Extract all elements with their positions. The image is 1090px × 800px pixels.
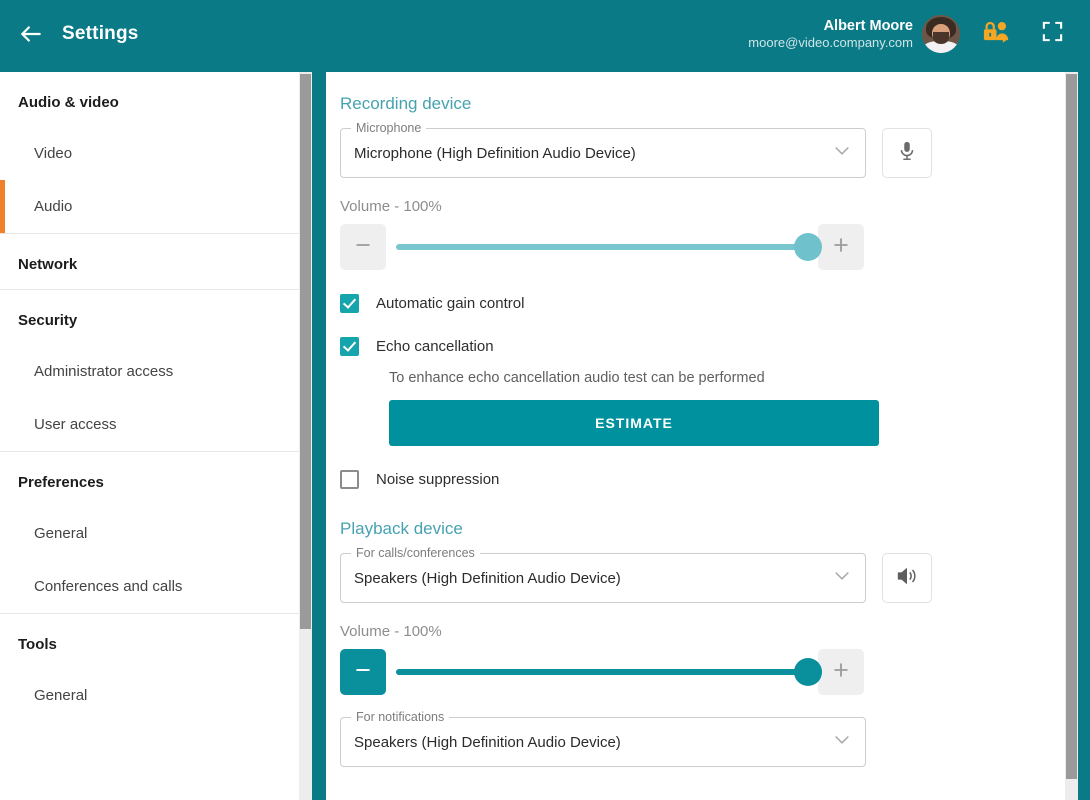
sidebar-scrollbar-track[interactable]	[299, 72, 312, 800]
sidebar-group: Security Administrator access User access	[0, 290, 312, 452]
playback-calls-select[interactable]: For calls/conferences Speakers (High Def…	[340, 546, 866, 603]
recording-volume-slider-track	[396, 244, 808, 250]
minus-icon	[353, 235, 373, 260]
noise-suppression-label: Noise suppression	[376, 471, 500, 488]
sidebar-scrollbar-thumb[interactable]	[300, 74, 311, 629]
microphone-icon	[896, 140, 918, 167]
settings-shell: Audio & video Video Audio Network Security Ad…	[0, 68, 1090, 800]
sidebar-item-video[interactable]: Video	[0, 127, 312, 180]
sidebar-group-title: Security	[18, 312, 78, 329]
microphone-select[interactable]: Microphone Microphone (High Definition A…	[340, 121, 866, 178]
sidebar-group: Network	[0, 234, 312, 290]
avatar[interactable]	[922, 15, 960, 53]
playback-volume-slider-track	[396, 669, 808, 675]
recording-volume-slider-row	[340, 224, 1042, 270]
sidebar-group-title: Network	[18, 256, 78, 273]
page-title: Settings	[62, 23, 139, 44]
recording-volume-increase-button[interactable]	[818, 224, 864, 270]
header-right-cluster: Albert Moore moore@video.company.com	[748, 14, 1090, 54]
main-scrollbar-track[interactable]	[1065, 72, 1078, 800]
secure-user-button[interactable]	[976, 14, 1016, 54]
echo-cancellation-label: Echo cancellation	[376, 338, 494, 355]
main-scrollbar-thumb[interactable]	[1066, 74, 1077, 779]
playback-notifications-field-row: For notifications Speakers (High Definit…	[340, 710, 1042, 767]
automatic-gain-control-label: Automatic gain control	[376, 295, 525, 312]
recording-volume-slider[interactable]	[396, 224, 822, 270]
playback-volume-increase-button[interactable]	[818, 649, 864, 695]
playback-volume-slider[interactable]	[396, 649, 822, 695]
automatic-gain-control-row[interactable]: Automatic gain control	[340, 294, 1042, 313]
playback-notifications-select-value: Speakers (High Definition Audio Device)	[354, 733, 621, 751]
echo-cancellation-hint: To enhance echo cancellation audio test …	[389, 370, 765, 386]
recording-volume-label: Volume - 100%	[340, 198, 442, 215]
sidebar-item-user-access[interactable]: User access	[0, 398, 312, 451]
sidebar-group: Tools General	[0, 614, 312, 722]
back-button[interactable]	[12, 15, 50, 53]
chevron-down-icon	[832, 730, 852, 755]
microphone-select-legend: Microphone	[351, 121, 427, 135]
sidebar-item-conferences-and-calls[interactable]: Conferences and calls	[0, 560, 312, 613]
playback-volume-slider-thumb[interactable]	[794, 658, 822, 686]
user-info[interactable]: Albert Moore moore@video.company.com	[748, 17, 913, 51]
settings-main-panel: Recording device Microphone Microphone (…	[326, 72, 1078, 800]
app-header: Settings Albert Moore moore@video.compan…	[0, 0, 1090, 68]
recording-section-title: Recording device	[340, 94, 472, 113]
sidebar-group-list: Audio & video Video Audio Network Security Ad…	[0, 72, 312, 722]
sidebar-item-general[interactable]: General	[0, 669, 312, 722]
estimate-button[interactable]: ESTIMATE	[389, 400, 879, 446]
sidebar-item-administrator-access[interactable]: Administrator access	[0, 345, 312, 398]
sidebar-group-title: Audio & video	[18, 94, 119, 111]
fullscreen-icon	[1041, 20, 1064, 48]
speaker-test-button[interactable]	[882, 553, 932, 603]
playback-volume-decrease-button[interactable]	[340, 649, 386, 695]
microphone-field-row: Microphone Microphone (High Definition A…	[340, 121, 1042, 178]
automatic-gain-control-checkbox[interactable]	[340, 294, 359, 313]
speaker-icon	[895, 565, 919, 592]
settings-sidebar: Audio & video Video Audio Network Security Ad…	[0, 72, 312, 800]
plus-icon	[831, 235, 851, 260]
playback-notifications-select[interactable]: For notifications Speakers (High Definit…	[340, 710, 866, 767]
playback-section-title: Playback device	[340, 519, 463, 538]
user-name: Albert Moore	[823, 17, 913, 34]
chevron-down-icon	[832, 141, 852, 166]
sidebar-group-title: Preferences	[18, 474, 104, 491]
playback-calls-field-row: For calls/conferences Speakers (High Def…	[340, 546, 1042, 603]
playback-notifications-select-legend: For notifications	[351, 710, 450, 724]
microphone-select-value: Microphone (High Definition Audio Device…	[354, 144, 636, 162]
noise-suppression-row[interactable]: Noise suppression	[340, 470, 1042, 489]
sidebar-group-title: Tools	[18, 636, 57, 653]
playback-volume-label: Volume - 100%	[340, 623, 442, 640]
lock-user-icon	[983, 20, 1010, 49]
sidebar-item-general[interactable]: General	[0, 507, 312, 560]
minus-icon	[353, 660, 373, 685]
playback-calls-select-value: Speakers (High Definition Audio Device)	[354, 569, 621, 587]
fullscreen-button[interactable]	[1032, 14, 1072, 54]
sidebar-group: Preferences General Conferences and calls	[0, 452, 312, 614]
avatar-beard	[933, 32, 949, 44]
user-email: moore@video.company.com	[748, 34, 913, 50]
recording-volume-decrease-button[interactable]	[340, 224, 386, 270]
microphone-test-button[interactable]	[882, 128, 932, 178]
sidebar-item-audio[interactable]: Audio	[0, 180, 312, 233]
echo-cancellation-checkbox[interactable]	[340, 337, 359, 356]
sidebar-group: Audio & video Video Audio	[0, 72, 312, 234]
chevron-down-icon	[832, 566, 852, 591]
plus-icon	[831, 660, 851, 685]
playback-volume-slider-row	[340, 649, 1042, 695]
recording-volume-slider-thumb[interactable]	[794, 233, 822, 261]
playback-calls-select-legend: For calls/conferences	[351, 546, 480, 560]
noise-suppression-checkbox[interactable]	[340, 470, 359, 489]
echo-cancellation-row[interactable]: Echo cancellation	[340, 337, 1042, 356]
arrow-left-icon	[18, 21, 44, 47]
